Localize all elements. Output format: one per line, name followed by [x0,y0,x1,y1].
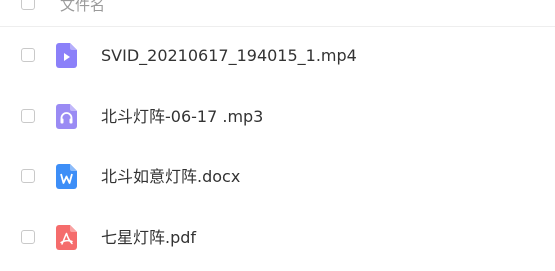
row-checkbox[interactable] [21,230,35,244]
row-checkbox[interactable] [21,169,35,183]
pdf-file-icon [56,225,77,250]
column-header-filename[interactable]: 文件名 [60,0,105,15]
file-row[interactable]: 七星灯阵.pdf [0,209,555,269]
select-all-checkbox[interactable] [21,0,35,10]
video-file-icon [56,43,77,68]
file-name[interactable]: 北斗如意灯阵.docx [101,166,240,188]
audio-file-icon [56,104,77,129]
file-row[interactable]: SVID_20210617_194015_1.mp4 [0,27,555,87]
row-checkbox[interactable] [21,109,35,123]
file-name[interactable]: SVID_20210617_194015_1.mp4 [101,45,357,67]
row-checkbox[interactable] [21,48,35,62]
file-list: 文件名 SVID_20210617_194015_1.mp4 北斗灯阵-06-1… [0,0,555,271]
file-row[interactable]: 北斗如意灯阵.docx [0,148,555,208]
word-file-icon [56,164,77,189]
file-name[interactable]: 七星灯阵.pdf [101,227,196,249]
file-name[interactable]: 北斗灯阵-06-17 .mp3 [101,106,263,128]
file-list-header: 文件名 [0,0,555,27]
file-row[interactable]: 北斗灯阵-06-17 .mp3 [0,88,555,148]
